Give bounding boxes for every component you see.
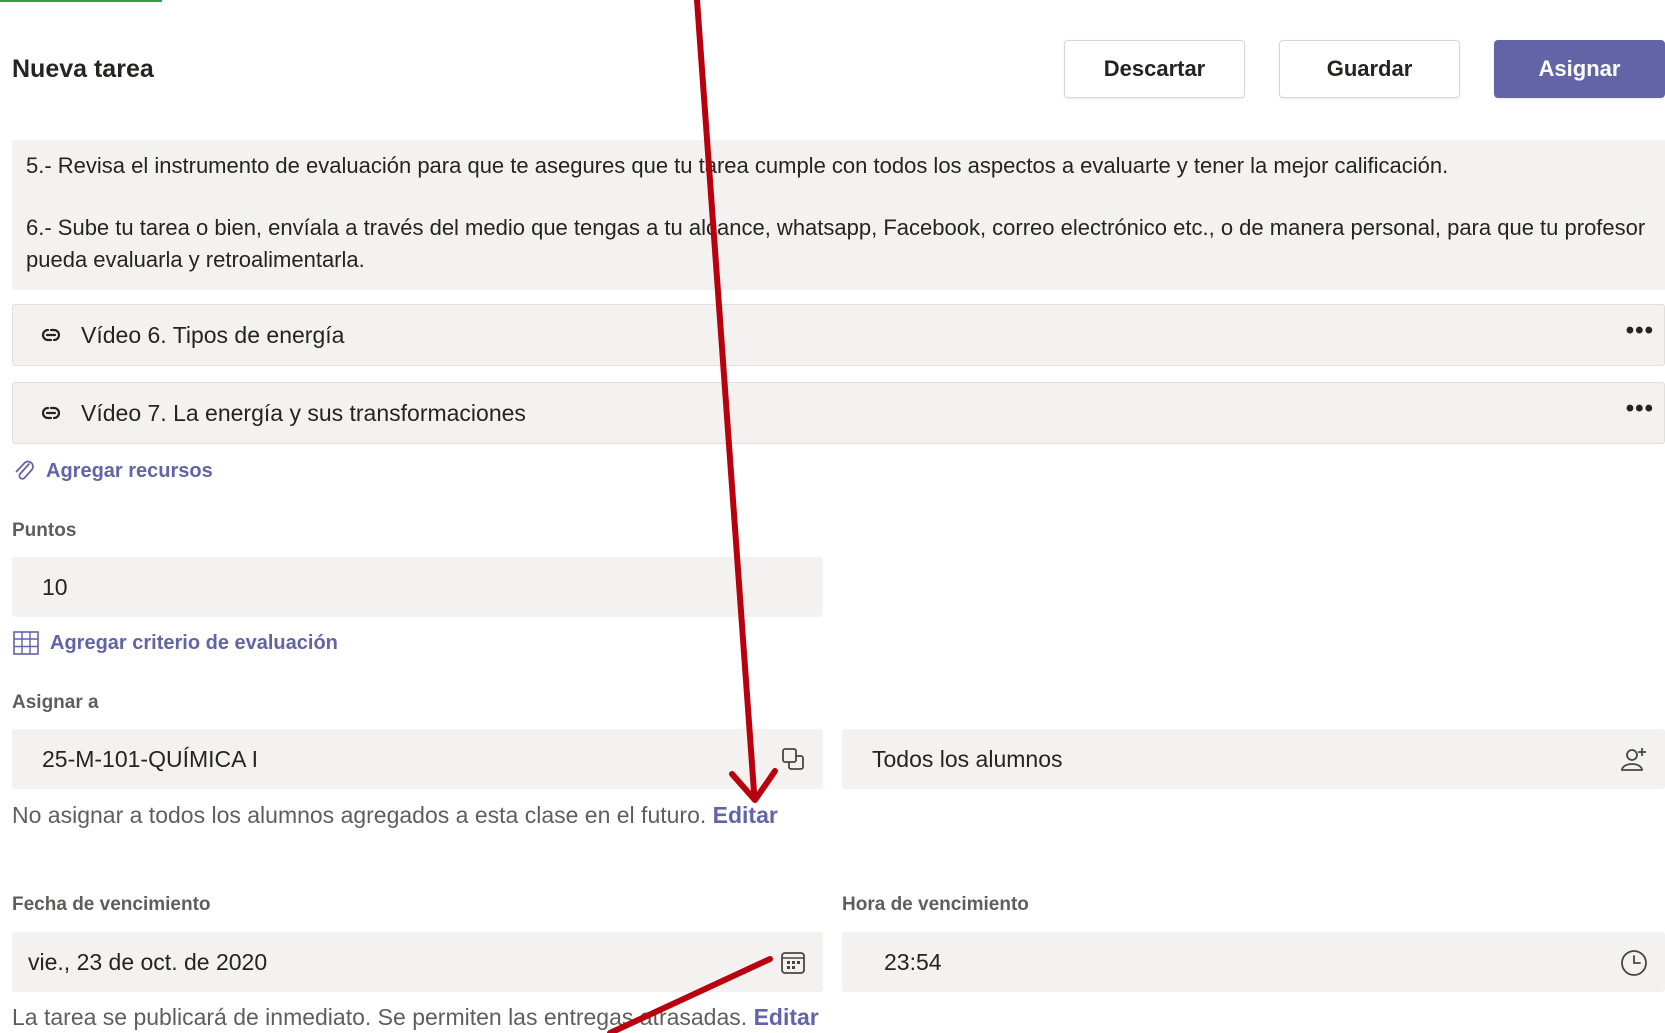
annotation-arrow-line xyxy=(694,0,757,795)
annotation-arrows xyxy=(607,0,778,1033)
annotation-arrow-line-lower xyxy=(607,956,773,1033)
